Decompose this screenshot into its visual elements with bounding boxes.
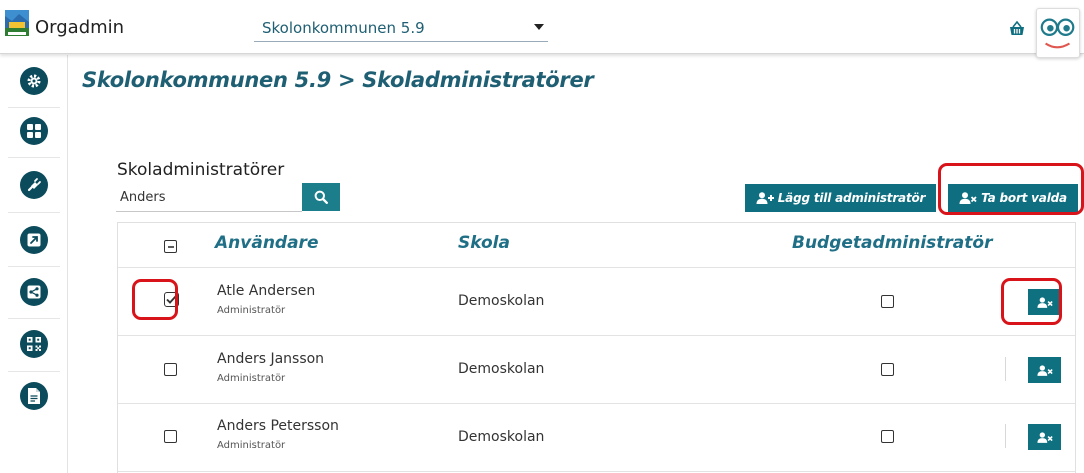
remove-user-button[interactable] xyxy=(1028,424,1061,450)
sidebar xyxy=(0,55,68,473)
add-administrator-label: Lägg till administratör xyxy=(777,191,926,205)
app-title: Orgadmin xyxy=(35,17,125,38)
column-header-user: Användare xyxy=(215,233,319,253)
search-icon xyxy=(314,190,328,204)
sidebar-item-qr-code[interactable] xyxy=(20,330,48,358)
mascot-avatar-icon xyxy=(1040,18,1075,49)
remove-selected-label: Ta bort valda xyxy=(981,191,1067,205)
share-icon xyxy=(27,285,41,299)
user-name: Anders Petersson xyxy=(217,418,339,434)
row-select-checkbox[interactable] xyxy=(164,430,177,443)
add-administrator-button[interactable]: Lägg till administratör xyxy=(745,184,936,212)
user-role: Administratör xyxy=(217,305,286,316)
user-avatar[interactable] xyxy=(1036,8,1080,58)
budget-admin-checkbox[interactable] xyxy=(881,295,894,308)
remove-selected-button[interactable]: Ta bort valda xyxy=(948,184,1078,212)
search-button[interactable] xyxy=(302,183,340,211)
organization-selector[interactable]: Skolonkommunen 5.9 xyxy=(254,12,548,42)
plug-icon xyxy=(27,178,41,192)
minus-icon xyxy=(167,245,174,248)
remove-user-icon xyxy=(1036,431,1053,443)
sidebar-item-external-link[interactable] xyxy=(20,226,48,254)
user-role: Administratör xyxy=(217,373,286,384)
remove-user-button[interactable] xyxy=(1028,289,1061,315)
school-name: Demoskolan xyxy=(458,293,545,309)
budget-admin-checkbox[interactable] xyxy=(881,363,894,376)
user-role: Administratör xyxy=(217,440,286,451)
user-name: Anders Jansson xyxy=(217,351,325,367)
checkmark-icon xyxy=(166,295,177,304)
basket-icon[interactable] xyxy=(1008,20,1026,38)
user-name: Atle Andersen xyxy=(217,283,316,299)
select-all-checkbox[interactable] xyxy=(164,240,177,253)
row-select-checkbox[interactable] xyxy=(164,363,177,376)
add-user-icon xyxy=(756,192,774,204)
grid-icon xyxy=(27,124,41,138)
column-header-school: Skola xyxy=(458,233,510,253)
external-link-icon xyxy=(27,233,41,247)
chevron-down-icon xyxy=(534,24,544,30)
sidebar-item-share[interactable] xyxy=(20,278,48,306)
breadcrumb: Skolonkommunen 5.9 > Skoladministratörer xyxy=(82,68,594,92)
remove-user-icon xyxy=(1036,364,1053,376)
search-input[interactable] xyxy=(116,184,302,212)
remove-user-icon xyxy=(1036,296,1053,308)
gear-icon xyxy=(27,74,41,88)
column-header-budget-admin: Budgetadministratör xyxy=(792,233,993,253)
top-bar: Orgadmin Skolonkommunen 5.9 xyxy=(0,0,1084,58)
municipality-logo-icon xyxy=(5,10,29,36)
row-select-checkbox[interactable] xyxy=(164,292,179,307)
sidebar-item-dashboard[interactable] xyxy=(20,117,48,145)
document-icon xyxy=(28,388,40,404)
budget-admin-checkbox[interactable] xyxy=(881,430,894,443)
qr-code-icon xyxy=(27,337,41,351)
remove-user-icon xyxy=(959,192,977,204)
school-name: Demoskolan xyxy=(458,429,545,445)
section-title: Skoladministratörer xyxy=(117,160,285,180)
sidebar-item-integrations[interactable] xyxy=(20,171,48,199)
remove-user-button[interactable] xyxy=(1028,357,1061,383)
school-name: Demoskolan xyxy=(458,361,545,377)
sidebar-item-settings[interactable] xyxy=(20,67,48,95)
administrators-table: Användare Skola Budgetadministratör Atle… xyxy=(117,222,1076,473)
organization-selector-value: Skolonkommunen 5.9 xyxy=(262,19,425,37)
sidebar-item-document[interactable] xyxy=(20,382,48,410)
